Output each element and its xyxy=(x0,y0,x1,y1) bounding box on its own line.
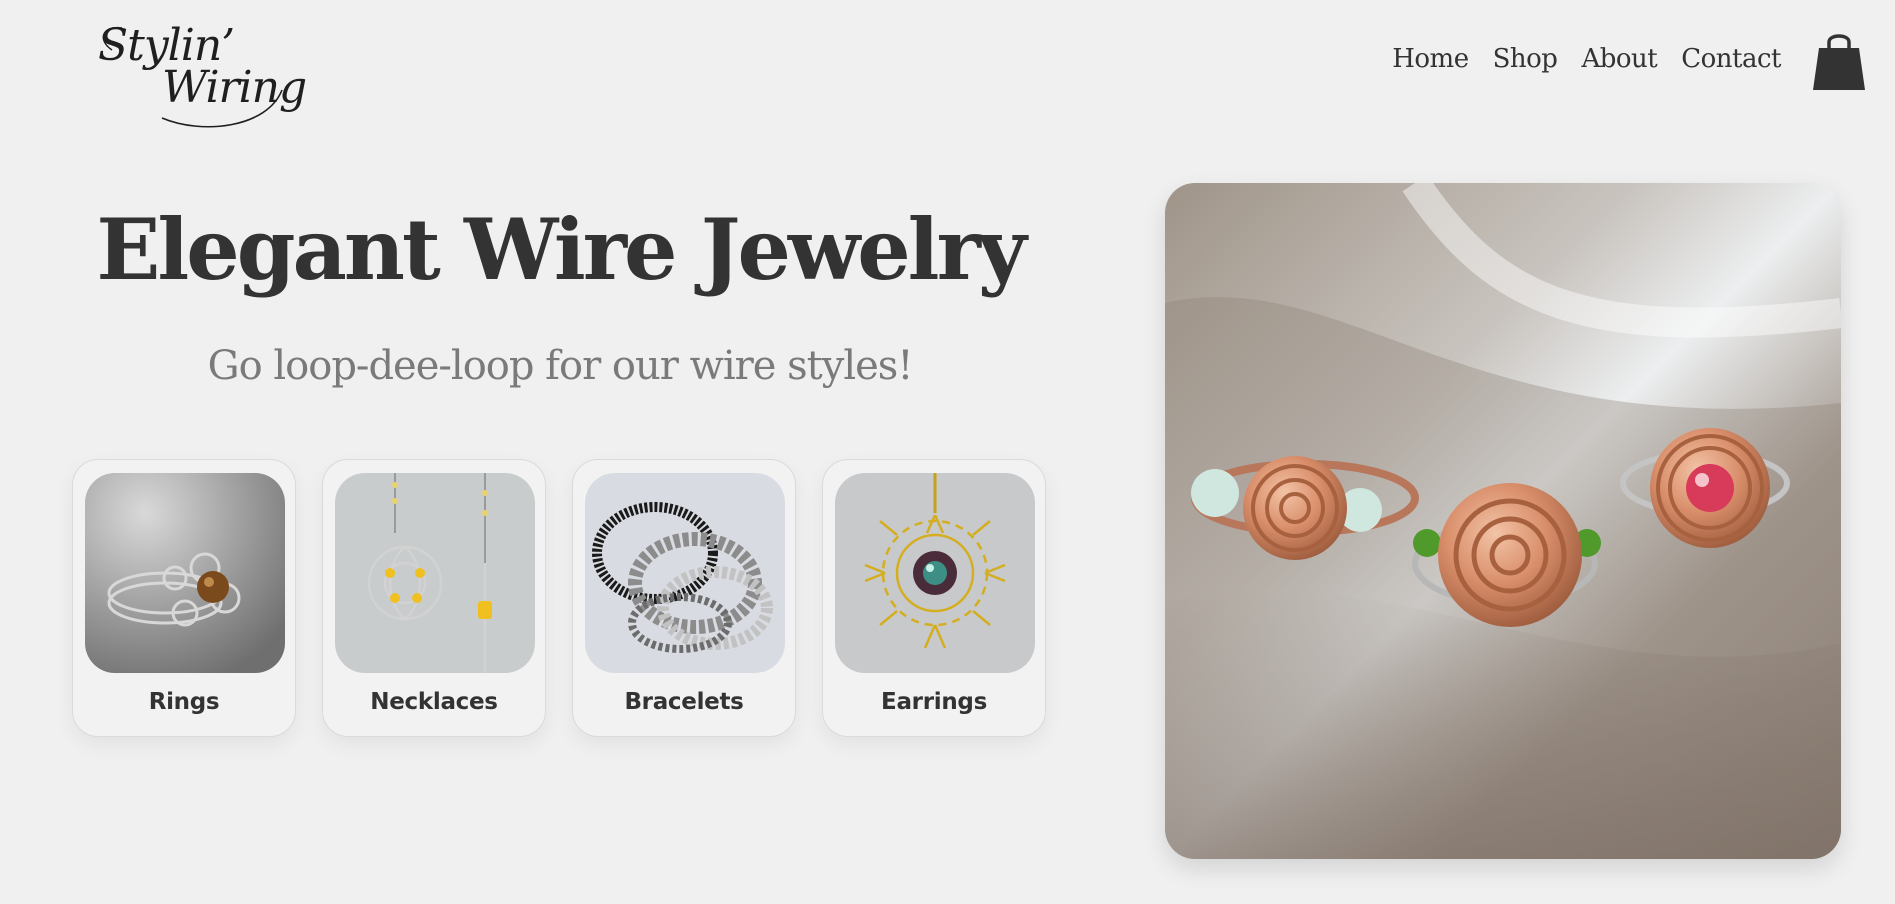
hero-subtitle: Go loop-dee-loop for our wire styles! xyxy=(207,343,914,389)
shopping-bag-icon[interactable] xyxy=(1811,28,1867,92)
nav-shop-link[interactable]: Shop xyxy=(1493,44,1558,74)
earrings-thumbnail xyxy=(835,473,1035,673)
nav-contact-link[interactable]: Contact xyxy=(1681,44,1781,74)
category-label-necklaces: Necklaces xyxy=(370,689,498,715)
logo-text-line2: Wiring xyxy=(162,62,307,113)
hero-title: Elegant Wire Jewelry xyxy=(96,200,1026,299)
bracelets-thumbnail xyxy=(585,473,785,673)
nav-about-link[interactable]: About xyxy=(1581,44,1657,74)
category-label-earrings: Earrings xyxy=(881,689,987,715)
category-card-bracelets[interactable]: Bracelets xyxy=(572,459,796,737)
category-label-rings: Rings xyxy=(148,689,220,715)
category-card-earrings[interactable]: Earrings xyxy=(822,459,1046,737)
category-card-necklaces[interactable]: Necklaces xyxy=(322,459,546,737)
category-label-bracelets: Bracelets xyxy=(624,689,744,715)
rings-thumbnail xyxy=(85,473,285,673)
nav-home-link[interactable]: Home xyxy=(1392,44,1469,74)
main-nav: Home Shop About Contact xyxy=(1392,44,1781,74)
category-list: Rings Necklaces Bracelets Earrings xyxy=(72,459,1046,737)
category-card-rings[interactable]: Rings xyxy=(72,459,296,737)
necklaces-thumbnail xyxy=(335,473,535,673)
hero-image xyxy=(1165,183,1841,859)
brand-logo[interactable]: Stylin’ Wiring xyxy=(92,10,307,130)
